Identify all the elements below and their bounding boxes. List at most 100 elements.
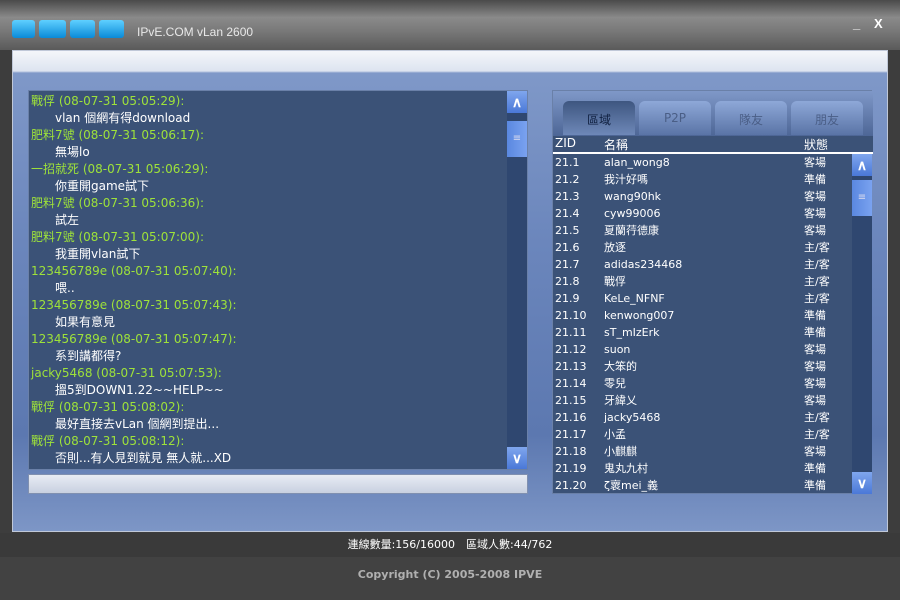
user-name: 零兒 (604, 377, 626, 390)
scroll-up-button[interactable]: ∧ (507, 91, 527, 113)
user-zid: 21.15 (555, 394, 587, 407)
user-name: 小麒麒 (604, 445, 637, 458)
user-zid: 21.12 (555, 343, 587, 356)
user-name: suon (604, 343, 631, 356)
user-row[interactable]: 21.19 鬼丸九村 準備 (553, 460, 853, 477)
tab-friends[interactable]: 朋友 (791, 101, 863, 135)
user-status: 主/客 (804, 428, 830, 441)
chat-input[interactable] (28, 474, 528, 494)
user-status: 準備 (804, 173, 826, 186)
chat-scrollbar[interactable]: ∧ ≡ ∨ (507, 91, 527, 469)
minimize-button[interactable]: _ (853, 16, 860, 31)
user-zid: 21.1 (555, 156, 580, 169)
col-zid[interactable]: ZID (555, 136, 576, 150)
user-row[interactable]: 21.16 jacky5468 主/客 (553, 409, 853, 426)
user-zid: 21.4 (555, 207, 580, 220)
list-header: ZID 名稱 狀態 (553, 136, 873, 154)
user-row[interactable]: 21.15 牙緯乂 客場 (553, 392, 853, 409)
user-status: 客場 (804, 343, 826, 356)
user-row[interactable]: 21.4 cyw99006 客場 (553, 205, 853, 222)
user-row[interactable]: 21.5 夏蘭荇德康 客場 (553, 222, 853, 239)
tab-teammates[interactable]: 隊友 (715, 101, 787, 135)
user-row[interactable]: 21.12 suon 客場 (553, 341, 853, 358)
user-zid: 21.7 (555, 258, 580, 271)
message-header: 123456789e (08-07-31 05:07:47): (31, 332, 237, 346)
tab-area[interactable]: 區域 (563, 101, 635, 135)
message-text: 否則...有人見到就見 無人就...XD (55, 451, 232, 465)
user-name: kenwong007 (604, 309, 675, 322)
user-row[interactable]: 21.14 零兒 客場 (553, 375, 853, 392)
user-status: 客場 (804, 360, 826, 373)
message-header: 一招就死 (08-07-31 05:06:29): (31, 162, 209, 176)
message-text: 搵5到DOWN1.22~~HELP~~ (55, 383, 224, 397)
user-name: 鬼丸九村 (604, 462, 648, 475)
message-header: 肥料7號 (08-07-31 05:06:36): (31, 196, 205, 210)
message-text: 喂.. (55, 281, 75, 295)
tab-p2p[interactable]: P2P (639, 101, 711, 135)
user-row[interactable]: 21.17 小孟 主/客 (553, 426, 853, 443)
col-status[interactable]: 狀態 (804, 136, 828, 153)
user-zid: 21.18 (555, 445, 587, 458)
ipve-logo (12, 20, 124, 38)
message-text: 無場lo (55, 145, 90, 159)
user-status: 客場 (804, 377, 826, 390)
message-header: jacky5468 (08-07-31 05:07:53): (31, 366, 222, 380)
list-scroll-down-button[interactable]: ∨ (852, 472, 872, 494)
user-status: 準備 (804, 479, 826, 492)
chat-log: 戰俘 (08-07-31 05:05:29): vlan 個網有得download… (28, 90, 528, 470)
user-name: ζ褱mei_義 (604, 479, 659, 492)
user-name: 戰俘 (604, 275, 626, 288)
user-zid: 21.19 (555, 462, 587, 475)
scroll-thumb[interactable]: ≡ (507, 121, 527, 157)
message-header: 戰俘 (08-07-31 05:08:12): (31, 434, 185, 448)
tab-bar: 區域 P2P 隊友 朋友 (553, 91, 873, 136)
message-header: 123456789e (08-07-31 05:07:43): (31, 298, 237, 312)
user-zid: 21.9 (555, 292, 580, 305)
window-title: IPvE.COM vLan 2600 (137, 25, 254, 39)
col-name[interactable]: 名稱 (604, 136, 628, 153)
user-name: 放逐 (604, 241, 626, 254)
user-name: 小孟 (604, 428, 626, 441)
user-name: jacky5468 (604, 411, 661, 424)
user-name: wang90hk (604, 190, 662, 203)
user-zid: 21.14 (555, 377, 587, 390)
user-row[interactable]: 21.3 wang90hk 客場 (553, 188, 853, 205)
list-scroll-thumb[interactable]: ≡ (852, 180, 872, 216)
message-text: 如果有意見 (55, 315, 116, 329)
user-row[interactable]: 21.18 小麒麒 客場 (553, 443, 853, 460)
user-row[interactable]: 21.1 alan_wong8 客場 (553, 154, 853, 171)
user-row[interactable]: 21.20 ζ褱mei_義 準備 (553, 477, 853, 494)
user-name: sT_mIzErk (604, 326, 660, 339)
user-row[interactable]: 21.8 戰俘 主/客 (553, 273, 853, 290)
user-row[interactable]: 21.11 sT_mIzErk 準備 (553, 324, 853, 341)
user-row[interactable]: 21.7 adidas234468 主/客 (553, 256, 853, 273)
user-status: 客場 (804, 156, 826, 169)
user-status: 主/客 (804, 241, 830, 254)
user-list: 21.1 alan_wong8 客場 21.2 我汁好嗎 準備 21.3 wang90hk 客場… (553, 154, 853, 494)
message-text: 系到講都得? (55, 349, 122, 363)
user-zid: 21.5 (555, 224, 580, 237)
user-zid: 21.16 (555, 411, 587, 424)
scroll-down-button[interactable]: ∨ (507, 447, 527, 469)
user-zid: 21.10 (555, 309, 587, 322)
user-row[interactable]: 21.2 我汁好嗎 準備 (553, 171, 853, 188)
message-text: 你重開game試下 (55, 179, 150, 193)
close-button[interactable]: X (874, 16, 883, 31)
list-scrollbar[interactable]: ∧ ≡ ∨ (852, 154, 872, 494)
user-row[interactable]: 21.13 大笨的 客場 (553, 358, 853, 375)
message-text: 我重開vlan試下 (55, 247, 141, 261)
user-row[interactable]: 21.9 KeLe_NFNF 主/客 (553, 290, 853, 307)
message-header: 戰俘 (08-07-31 05:05:29): (31, 94, 185, 108)
user-row[interactable]: 21.10 kenwong007 準備 (553, 307, 853, 324)
user-name: alan_wong8 (604, 156, 670, 169)
user-row[interactable]: 21.6 放逐 主/客 (553, 239, 853, 256)
user-zid: 21.6 (555, 241, 580, 254)
user-status: 準備 (804, 462, 826, 475)
user-status: 客場 (804, 190, 826, 203)
user-zid: 21.17 (555, 428, 587, 441)
message-header: 肥料7號 (08-07-31 05:06:17): (31, 128, 205, 142)
list-scroll-up-button[interactable]: ∧ (852, 154, 872, 176)
copyright: Copyright (C) 2005-2008 IPVE (0, 557, 900, 600)
user-status: 主/客 (804, 258, 830, 271)
user-status: 主/客 (804, 275, 830, 288)
